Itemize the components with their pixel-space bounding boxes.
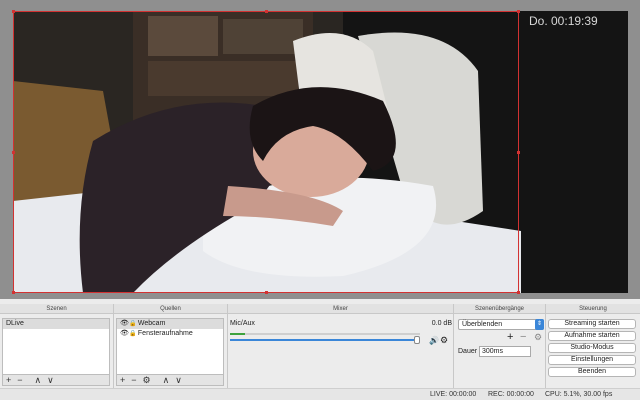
scenes-title: Szenen xyxy=(0,304,113,314)
sources-list[interactable]: 👁 🔒 Webcam 👁 🔒 Fensteraufnahme xyxy=(116,318,224,375)
clock-text: Do. 00:19:39 xyxy=(529,14,598,28)
remove-transition-button[interactable]: − xyxy=(520,331,526,343)
chevron-updown-icon[interactable]: ⇕ xyxy=(535,319,544,330)
dock-area: Szenen DLive + − ∧ ∨ Quellen 👁 🔒 Webcam … xyxy=(0,304,640,388)
scene-item[interactable]: DLive xyxy=(3,319,109,329)
volume-meter-fill xyxy=(230,333,246,335)
sources-title: Quellen xyxy=(114,304,227,314)
duration-input[interactable]: 300ms xyxy=(479,346,531,357)
webcam-source[interactable] xyxy=(13,11,521,293)
volume-slider[interactable] xyxy=(230,336,420,344)
scenes-dock: Szenen DLive + − ∧ ∨ xyxy=(0,304,114,388)
settings-button[interactable]: Einstellungen xyxy=(548,355,636,365)
exit-button[interactable]: Beenden xyxy=(548,367,636,377)
speaker-icon[interactable]: 🔊 xyxy=(429,336,439,345)
volume-slider-knob[interactable] xyxy=(414,336,420,344)
source-properties-button[interactable]: ⚙ xyxy=(143,375,151,385)
move-source-down-button[interactable]: ∨ xyxy=(175,375,182,385)
lock-icon[interactable]: 🔒 xyxy=(129,329,136,339)
move-scene-up-button[interactable]: ∧ xyxy=(35,375,42,385)
gear-icon[interactable]: ⚙ xyxy=(440,335,448,346)
live-time: LIVE: 00:00:00 xyxy=(430,391,477,398)
source-item[interactable]: 👁 🔒 Fensteraufnahme xyxy=(117,329,223,339)
start-streaming-button[interactable]: Streaming starten xyxy=(548,319,636,329)
studio-mode-button[interactable]: Studio-Modus xyxy=(548,343,636,353)
sources-dock: Quellen 👁 🔒 Webcam 👁 🔒 Fensteraufnahme +… xyxy=(114,304,228,388)
channel-level: 0.0 dB xyxy=(431,320,452,327)
preview-area[interactable]: Do. 00:19:39 xyxy=(0,0,640,299)
duration-label: Dauer xyxy=(458,348,478,355)
transitions-title: Szenenübergänge xyxy=(454,304,545,314)
status-bar: LIVE: 00:00:00 REC: 00:00:00 CPU: 5.1%, … xyxy=(0,388,640,400)
volume-meter xyxy=(230,333,420,335)
start-recording-button[interactable]: Aufnahme starten xyxy=(548,331,636,341)
move-scene-down-button[interactable]: ∨ xyxy=(47,375,54,385)
scenes-toolbar: + − ∧ ∨ xyxy=(2,375,110,386)
gear-icon[interactable]: ⚙ xyxy=(534,332,542,343)
mixer-dock: Mixer xyxy=(228,304,454,388)
channel-name: Mic/Aux xyxy=(230,320,255,327)
sources-toolbar: + − ⚙ ∧ ∨ xyxy=(116,375,224,386)
add-source-button[interactable]: + xyxy=(120,375,125,385)
cpu-fps: CPU: 5.1%, 30.00 fps xyxy=(545,391,613,398)
move-source-up-button[interactable]: ∧ xyxy=(163,375,170,385)
source-item[interactable]: 👁 🔒 Webcam xyxy=(117,319,223,329)
eye-icon[interactable]: 👁 xyxy=(120,319,129,329)
lock-icon[interactable]: 🔒 xyxy=(129,319,136,329)
source-label: Fensteraufnahme xyxy=(137,330,193,337)
source-label: Webcam xyxy=(137,320,166,327)
add-scene-button[interactable]: + xyxy=(6,375,11,385)
transition-select[interactable]: Überblenden ⇕ xyxy=(458,319,544,330)
mixer-title: Mixer xyxy=(228,304,453,314)
add-transition-button[interactable]: + xyxy=(507,331,513,343)
controls-title: Steuerung xyxy=(546,304,640,314)
remove-scene-button[interactable]: − xyxy=(17,375,22,385)
duration-value: 300ms xyxy=(482,348,504,355)
webcam-image xyxy=(13,11,521,293)
eye-icon[interactable]: 👁 xyxy=(120,329,129,339)
clock-source[interactable]: Do. 00:19:39 xyxy=(521,11,628,293)
scenes-list[interactable]: DLive xyxy=(2,318,110,375)
transition-select-value: Überblenden xyxy=(462,321,503,328)
rec-time: REC: 00:00:00 xyxy=(488,391,534,398)
remove-source-button[interactable]: − xyxy=(131,375,136,385)
